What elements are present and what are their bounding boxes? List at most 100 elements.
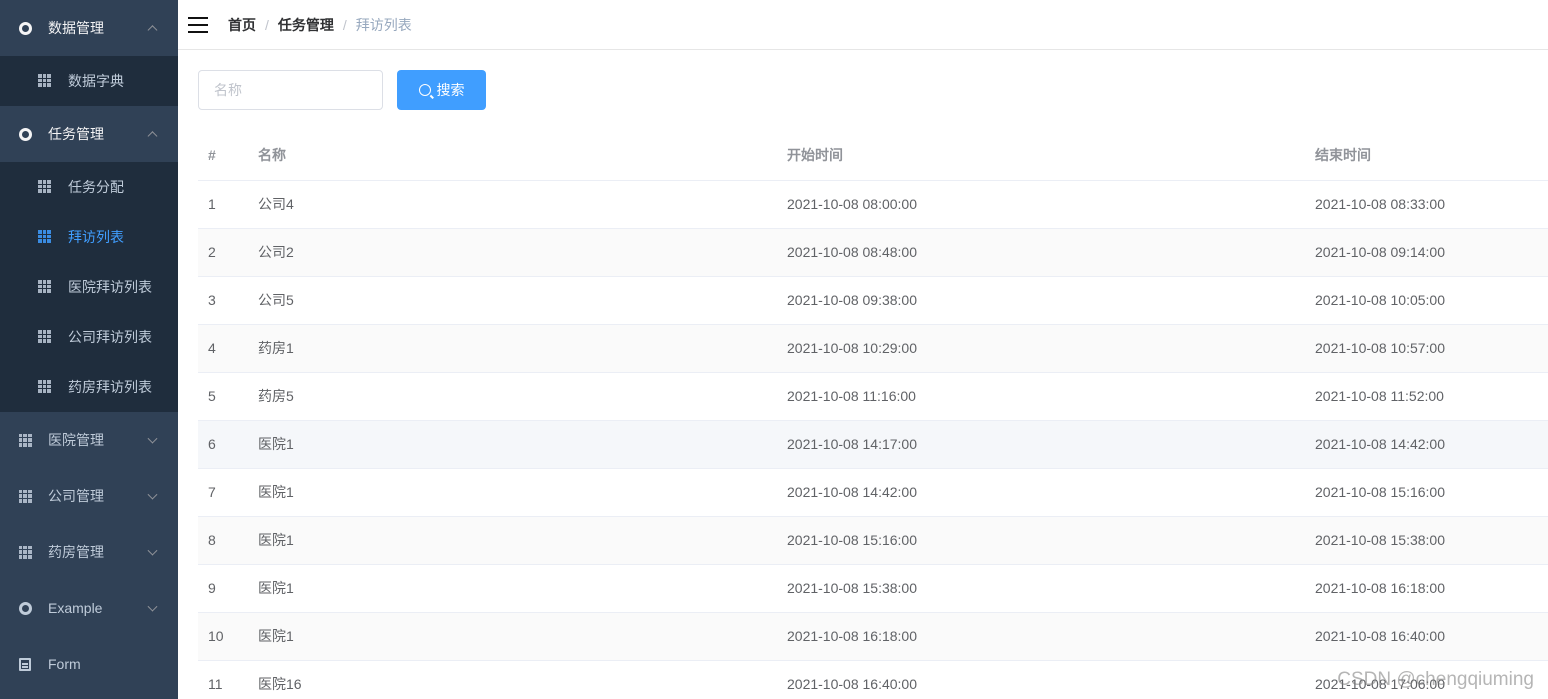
table-header-row: # 名称 开始时间 结束时间	[198, 130, 1548, 181]
menu-label: 药房管理	[48, 544, 104, 560]
table-icon	[18, 433, 32, 447]
breadcrumb-current: 拜访列表	[355, 16, 412, 33]
sidebar-item-company-visit-list[interactable]: 公司拜访列表	[0, 312, 178, 362]
table-row[interactable]: 9 医院1 2021-10-08 15:38:00 2021-10-08 16:18:…	[198, 564, 1548, 613]
column-header-name[interactable]: 名称	[248, 130, 777, 181]
cell-end-time: 2021-10-08 15:38:00	[1305, 516, 1548, 565]
cell-end-time: 2021-10-08 10:57:00	[1305, 324, 1548, 373]
breadcrumb-separator: /	[265, 16, 269, 33]
table-row[interactable]: 10 医院1 2021-10-08 16:18:00 2021-10-08 16:40…	[198, 612, 1548, 661]
table-row[interactable]: 1 公司4 2021-10-08 08:00:00 2021-10-08 08:33:…	[198, 180, 1548, 229]
menu-company-management[interactable]: 公司管理	[0, 468, 178, 524]
cell-end-time: 2021-10-08 10:05:00	[1305, 276, 1548, 325]
table-row[interactable]: 3 公司5 2021-10-08 09:38:00 2021-10-08 10:05:…	[198, 276, 1548, 325]
sidebar-item-task-assignment[interactable]: 任务分配	[0, 162, 178, 212]
sidebar-item-label: 药房拜访列表	[68, 379, 152, 395]
cell-end-time: 2021-10-08 16:40:00	[1305, 612, 1548, 661]
table-row[interactable]: 6 医院1 2021-10-08 14:17:00 2021-10-08 14:42:…	[198, 420, 1548, 469]
table-icon	[18, 545, 32, 559]
table-icon	[18, 489, 32, 503]
name-search-input[interactable]	[198, 70, 383, 110]
cell-end-time: 2021-10-08 16:18:00	[1305, 564, 1548, 613]
gear-icon	[18, 601, 32, 615]
table-row[interactable]: 5 药房5 2021-10-08 11:16:00 2021-10-08 11:52:…	[198, 372, 1548, 421]
cell-index: 5	[198, 372, 248, 421]
table-row[interactable]: 8 医院1 2021-10-08 15:16:00 2021-10-08 15:38:…	[198, 516, 1548, 565]
table-row[interactable]: 7 医院1 2021-10-08 14:42:00 2021-10-08 15:16:…	[198, 468, 1548, 517]
menu-data-management[interactable]: 数据管理	[0, 0, 178, 56]
cell-start-time: 2021-10-08 09:38:00	[777, 276, 1305, 325]
sidebar-item-label: 医院拜访列表	[68, 279, 152, 295]
cell-index: 4	[198, 324, 248, 373]
cell-index: 3	[198, 276, 248, 325]
cell-name: 药房1	[248, 324, 777, 373]
table-icon	[38, 74, 52, 88]
menu-example[interactable]: Example	[0, 580, 178, 636]
column-header-end-time[interactable]: 结束时间	[1305, 130, 1548, 181]
breadcrumb-home[interactable]: 首页	[228, 15, 256, 35]
column-header-index[interactable]: #	[198, 130, 248, 181]
cell-name: 公司4	[248, 180, 777, 229]
sidebar-item-visit-list[interactable]: 拜访列表	[0, 212, 178, 262]
chevron-down-icon	[147, 545, 158, 556]
menu-form[interactable]: Form	[0, 636, 178, 692]
breadcrumb-task-management[interactable]: 任务管理	[278, 15, 334, 35]
cell-index: 11	[198, 660, 248, 699]
hamburger-menu-icon[interactable]	[188, 16, 208, 33]
cell-start-time: 2021-10-08 16:40:00	[777, 660, 1305, 699]
table-row[interactable]: 4 药房1 2021-10-08 10:29:00 2021-10-08 10:57:…	[198, 324, 1548, 373]
chevron-down-icon	[147, 433, 158, 444]
cell-index: 2	[198, 228, 248, 277]
menu-label: 任务管理	[48, 126, 104, 142]
cell-start-time: 2021-10-08 16:18:00	[777, 612, 1305, 661]
cell-index: 7	[198, 468, 248, 517]
sidebar-item-label: 拜访列表	[68, 229, 124, 245]
sidebar-item-label: 数据字典	[68, 73, 124, 89]
cell-start-time: 2021-10-08 15:16:00	[777, 516, 1305, 565]
cell-name: 医院1	[248, 516, 777, 565]
cell-index: 9	[198, 564, 248, 613]
sidebar-item-pharmacy-visit-list[interactable]: 药房拜访列表	[0, 362, 178, 412]
table-icon	[38, 380, 52, 394]
cell-end-time: 2021-10-08 11:52:00	[1305, 372, 1548, 421]
cell-name: 公司2	[248, 228, 777, 277]
menu-label: 数据管理	[48, 20, 104, 36]
sidebar-item-hospital-visit-list[interactable]: 医院拜访列表	[0, 262, 178, 312]
menu-label: Form	[48, 656, 81, 672]
cell-end-time: 2021-10-08 15:16:00	[1305, 468, 1548, 517]
visit-table: # 名称 开始时间 结束时间 1 公司4 2021-10-08 08:00:00 20…	[198, 130, 1548, 699]
cell-start-time: 2021-10-08 08:00:00	[777, 180, 1305, 229]
breadcrumb-separator: /	[342, 16, 347, 33]
sidebar-item-data-dictionary[interactable]: 数据字典	[0, 56, 178, 106]
cell-name: 医院1	[248, 612, 777, 661]
table-icon	[38, 180, 52, 194]
cell-end-time: 2021-10-08 14:42:00	[1305, 420, 1548, 469]
menu-hospital-management[interactable]: 医院管理	[0, 412, 178, 468]
table-icon	[38, 280, 52, 294]
cell-name: 医院1	[248, 564, 777, 613]
sidebar-item-label: 公司拜访列表	[68, 329, 152, 345]
cell-name: 医院16	[248, 660, 777, 699]
chevron-down-icon	[147, 489, 158, 500]
cell-end-time: 2021-10-08 08:33:00	[1305, 180, 1548, 229]
gear-icon	[18, 127, 32, 141]
submenu-task-management: 任务分配 拜访列表 医院拜访列表 公司拜访列表 药房拜访列表	[0, 162, 178, 412]
menu-task-management[interactable]: 任务管理	[0, 106, 178, 162]
menu-label: 医院管理	[48, 432, 104, 448]
column-header-start-time[interactable]: 开始时间	[777, 130, 1305, 181]
cell-index: 8	[198, 516, 248, 565]
chevron-up-icon	[147, 25, 158, 36]
table-row[interactable]: 11 医院16 2021-10-08 16:40:00 2021-10-08 17:0…	[198, 660, 1548, 699]
main-content: 搜索 # 名称 开始时间 结束时间 1公司42021-10-08 08:00:0…	[198, 70, 1548, 699]
table-icon	[38, 230, 52, 244]
search-button[interactable]: 搜索	[397, 70, 486, 110]
cell-start-time: 2021-10-08 10:29:00	[777, 324, 1305, 373]
menu-label: 公司管理	[48, 488, 104, 504]
cell-name: 公司5	[248, 276, 777, 325]
table-row[interactable]: 2 公司2 2021-10-08 08:48:00 2021-10-08 09:14:…	[198, 228, 1548, 277]
cell-name: 医院1	[248, 420, 777, 469]
sidebar-item-label: 任务分配	[68, 179, 124, 195]
menu-pharmacy-management[interactable]: 药房管理	[0, 524, 178, 580]
chevron-up-icon	[147, 131, 158, 142]
menu-label: Example	[48, 600, 103, 616]
